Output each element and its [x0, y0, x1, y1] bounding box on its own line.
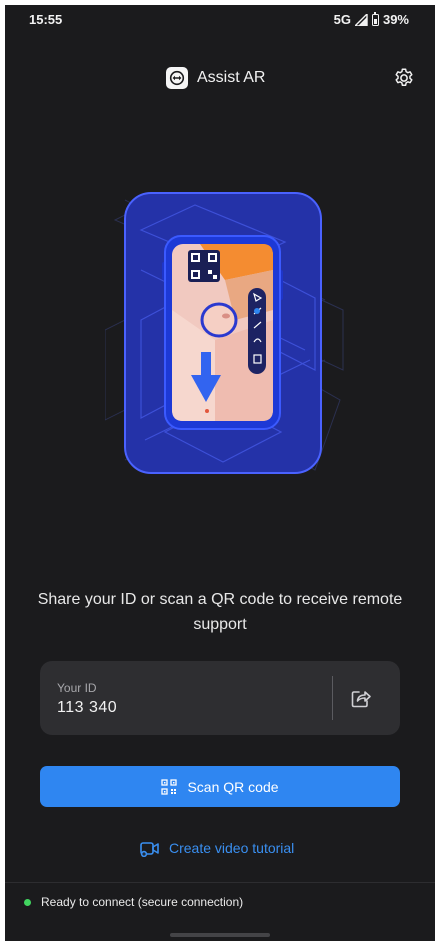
battery-icon: [371, 11, 379, 26]
create-video-tutorial-label: Create video tutorial: [169, 840, 295, 856]
id-divider: [332, 676, 333, 720]
footer-divider: [5, 882, 435, 883]
video-camera-icon: [140, 842, 159, 857]
id-label: Your ID: [57, 681, 97, 695]
app-title-group: Assist AR: [166, 67, 265, 89]
id-value[interactable]: 113 340: [57, 699, 117, 717]
gear-icon[interactable]: [393, 67, 415, 89]
teamviewer-logo-icon: [166, 67, 188, 89]
share-icon[interactable]: [349, 686, 373, 710]
status-icons: 5G 39%: [333, 11, 409, 27]
qr-code-icon: [161, 778, 178, 795]
scan-qr-code-label: Scan QR code: [187, 778, 279, 795]
app-screen: 15:55 5G 39% Assist AR Share your ID or …: [5, 5, 435, 941]
network-type: 5G: [333, 12, 351, 27]
battery-level: 39%: [382, 12, 409, 27]
ar-phone-illustration: [105, 192, 344, 474]
app-header: Assist AR: [5, 65, 435, 99]
status-dot-icon: [24, 898, 31, 906]
home-indicator[interactable]: [170, 933, 270, 937]
app-title: Assist AR: [197, 69, 266, 86]
instruction-text: Share your ID or scan a QR code to recei…: [37, 591, 403, 633]
connection-status-text: Ready to connect (secure connection): [41, 895, 244, 909]
id-card: Your ID 113 340: [40, 661, 400, 735]
scan-qr-code-button[interactable]: Scan QR code: [40, 766, 400, 807]
status-time: 15:55: [29, 12, 63, 27]
signal-icon: [354, 13, 368, 26]
connection-status: Ready to connect (secure connection): [24, 895, 243, 909]
create-video-tutorial-link[interactable]: Create video tutorial: [140, 839, 294, 857]
status-bar: 15:55 5G 39%: [5, 5, 435, 33]
